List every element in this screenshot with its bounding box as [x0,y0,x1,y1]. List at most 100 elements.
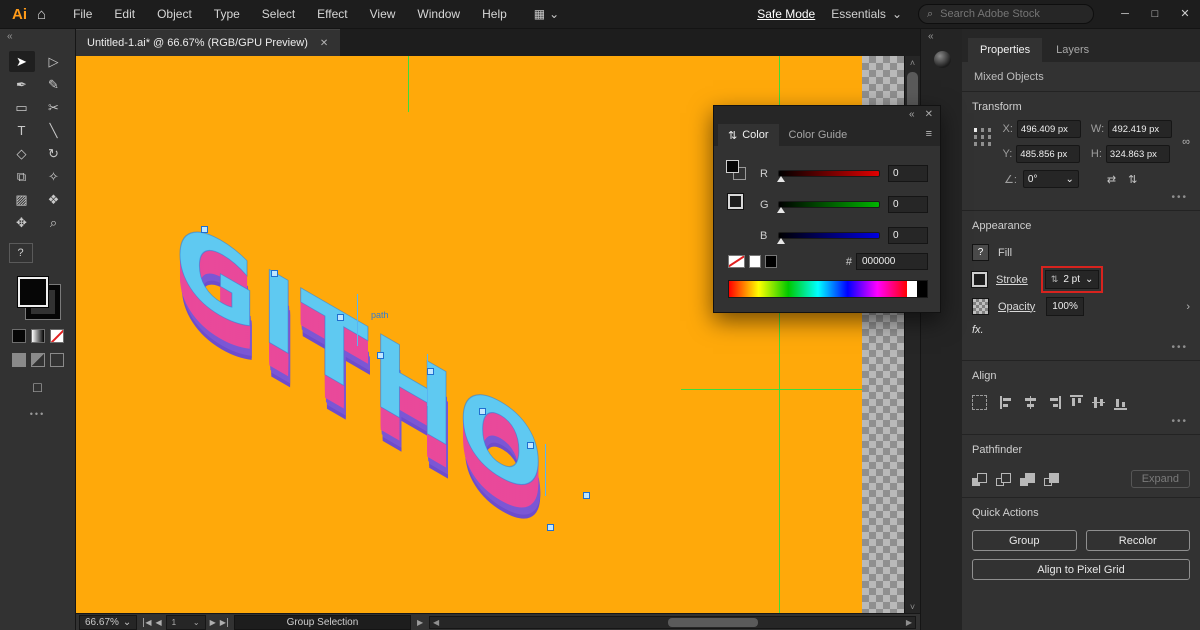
search-input[interactable] [938,7,1085,21]
black-swatch[interactable] [765,255,777,268]
tab-color-guide[interactable]: Color Guide [779,124,858,146]
appearance-more-options[interactable]: ••• [972,338,1190,360]
color-spectrum-bar[interactable] [728,280,928,298]
restore-button[interactable]: □ [1140,0,1170,28]
menu-window[interactable]: Window [406,0,471,28]
green-slider[interactable] [778,201,880,208]
status-expand-icon[interactable]: ▶ [417,618,423,627]
spectrum-black[interactable] [917,281,927,297]
anchor-point[interactable] [547,524,554,531]
pathfinder-exclude-icon[interactable] [1044,473,1059,486]
stepper-arrows-icon[interactable]: ⇅ [1051,274,1059,285]
draw-behind-button[interactable] [31,353,45,367]
zoom-level-dropdown[interactable]: 66.67% ⌄ [79,615,137,630]
w-field[interactable]: 492.419 px [1108,120,1172,138]
anchor-point[interactable] [271,270,278,277]
align-top-icon[interactable] [1070,395,1083,410]
align-vertical-center-icon[interactable] [1092,396,1105,409]
workspace-switcher[interactable]: Essentials ⌄ [831,7,902,21]
hand-tool[interactable]: ✥ [9,212,35,233]
color-swatch-button[interactable] [12,329,26,343]
mini-fill-box[interactable] [726,160,739,173]
mini-fill-stroke-indicator[interactable] [726,160,746,180]
active-stroke-target-icon[interactable] [728,194,743,209]
blue-slider-handle[interactable] [777,238,785,244]
app-logo[interactable]: Ai [0,6,37,23]
close-tab-icon[interactable]: ✕ [320,38,328,49]
draw-inside-button[interactable] [50,353,64,367]
fill-color-swatch[interactable]: ? [972,244,989,261]
rotate-tool[interactable]: ↻ [41,143,67,164]
fx-button[interactable]: fx. [972,320,1190,338]
menu-effect[interactable]: Effect [306,0,358,28]
spectrum-gradient[interactable] [729,281,907,297]
direct-selection-tool[interactable]: ▷ [41,51,67,72]
scroll-up-icon[interactable]: ˄ [905,58,920,68]
anchor-point[interactable] [527,442,534,449]
rotation-dropdown[interactable]: 0° ⌄ [1023,170,1079,188]
hex-value-field[interactable]: 000000 [856,253,928,270]
expand-panels-icon[interactable]: « [921,28,963,45]
toolbar-more-icon[interactable]: ••• [30,409,45,419]
red-slider-handle[interactable] [777,176,785,182]
x-field[interactable]: 496.409 px [1017,120,1081,138]
collapse-panel-icon[interactable]: « [909,109,915,120]
reference-point-icon[interactable] [974,128,977,132]
anchor-point[interactable] [377,352,384,359]
menu-view[interactable]: View [359,0,407,28]
previous-artboard-button[interactable]: ◀ [155,618,161,627]
pen-tool[interactable]: ✒ [9,74,35,95]
flip-horizontal-icon[interactable]: ⇄ [1107,173,1116,186]
line-tool[interactable]: ╲ [41,120,67,141]
curvature-tool[interactable]: ✎ [41,74,67,95]
green-value-field[interactable]: 0 [888,196,928,213]
red-value-field[interactable]: 0 [888,165,928,182]
none-swatch-button[interactable] [50,329,64,343]
home-icon[interactable]: ⌂ [37,6,46,23]
collapse-toolbar-icon[interactable]: « [0,28,20,45]
gradient-swatch-button[interactable] [31,329,45,343]
align-more-options[interactable]: ••• [972,412,1190,434]
horizontal-scroll-thumb[interactable] [668,618,758,627]
type-tool[interactable]: T [9,120,35,141]
tab-color[interactable]: ⇅ Color [718,124,779,146]
h-field[interactable]: 324.863 px [1106,145,1170,163]
selection-tool[interactable]: ➤ [9,51,35,72]
screen-mode-button[interactable]: □ [33,379,41,395]
document-tab[interactable]: Untitled-1.ai* @ 66.67% (RGB/GPU Preview… [75,29,340,56]
shape-tool[interactable]: ◇ [9,143,35,164]
first-artboard-button[interactable]: ◀ [143,618,151,627]
opacity-link[interactable]: Opacity [998,301,1035,313]
tab-layers[interactable]: Layers [1044,38,1101,62]
chevron-right-icon[interactable]: › [1186,301,1190,313]
zoom-tool[interactable]: ⌕ [41,212,67,233]
stroke-color-swatch[interactable] [972,272,987,287]
artboard-number-dropdown[interactable]: 1 ⌄ [166,615,206,630]
menu-file[interactable]: File [62,0,103,28]
align-horizontal-center-icon[interactable] [1024,396,1037,409]
menu-help[interactable]: Help [471,0,518,28]
pathfinder-unite-icon[interactable] [972,473,987,486]
constrain-proportions-icon[interactable]: ∞ [1182,136,1190,148]
spectrum-white[interactable] [907,281,917,297]
edit-toolbar-slot[interactable]: ? [9,243,33,263]
red-slider[interactable] [778,170,880,177]
align-bottom-icon[interactable] [1114,395,1127,410]
align-to-pixel-grid-button[interactable]: Align to Pixel Grid [972,559,1190,580]
panel-menu-icon[interactable]: ≡ [918,128,940,140]
next-artboard-button[interactable]: ▶ [210,618,216,627]
scroll-left-icon[interactable]: ◀ [430,618,442,627]
anchor-point[interactable] [583,492,590,499]
opacity-dropdown[interactable]: 100% [1046,297,1084,316]
white-swatch[interactable] [749,255,761,268]
minimize-button[interactable]: ─ [1110,0,1140,28]
draw-normal-button[interactable] [12,353,26,367]
align-right-icon[interactable] [1046,396,1061,409]
scale-tool[interactable]: ⧉ [9,166,35,187]
pathfinder-intersect-icon[interactable] [1020,473,1035,486]
menu-object[interactable]: Object [146,0,203,28]
expand-button[interactable]: Expand [1131,470,1190,488]
gradient-tool[interactable]: ▨ [9,189,35,210]
last-artboard-button[interactable]: ▶ [220,618,228,627]
pathfinder-minus-front-icon[interactable] [996,473,1011,486]
